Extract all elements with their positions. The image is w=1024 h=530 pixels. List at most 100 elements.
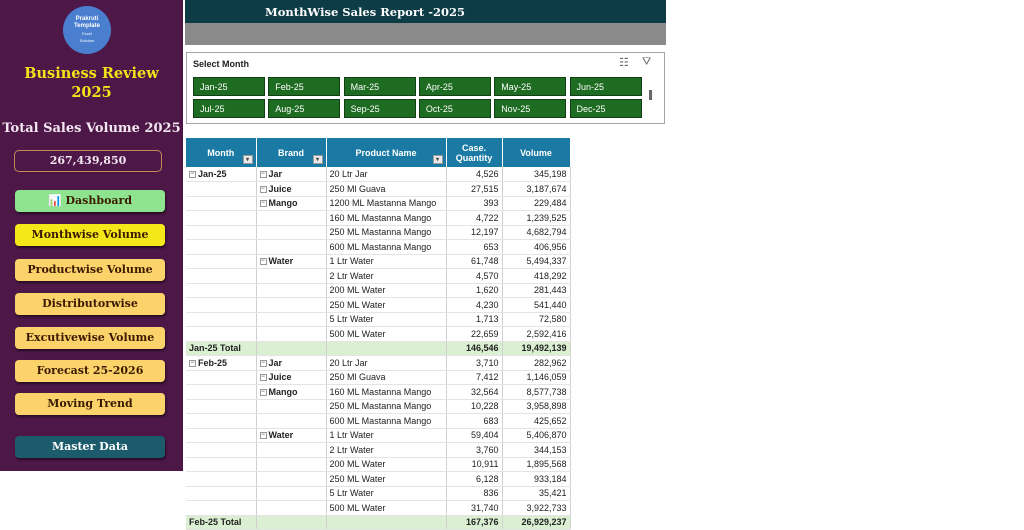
nav-button-productwise-volume[interactable]: Productwise Volume bbox=[15, 259, 165, 281]
cell-text: 933,184 bbox=[533, 473, 567, 484]
cell-text: Water bbox=[268, 430, 294, 441]
table-cell: 4,682,794 bbox=[502, 225, 571, 240]
collapse-icon[interactable]: − bbox=[259, 432, 267, 440]
table-cell: 72,580 bbox=[502, 312, 571, 327]
collapse-icon[interactable]: − bbox=[259, 388, 267, 396]
multi-select-icon[interactable]: ☷ bbox=[619, 56, 629, 69]
nav-button-monthwise-volume[interactable]: Monthwise Volume bbox=[15, 224, 165, 246]
filter-dropdown-icon[interactable]: ▾ bbox=[432, 155, 443, 164]
table-cell bbox=[256, 283, 327, 298]
table-cell: 4,722 bbox=[446, 210, 503, 226]
table-row: − Jan-25− Jar 20 Ltr Jar 4,526 345,198 bbox=[186, 167, 571, 182]
month-button-jan-25[interactable]: Jan-25 bbox=[193, 77, 265, 96]
table-cell: 1,620 bbox=[446, 283, 503, 298]
table-cell bbox=[186, 283, 257, 298]
table-cell: 2,592,416 bbox=[502, 326, 571, 342]
collapse-icon[interactable]: − bbox=[189, 359, 196, 367]
nav-button-moving-trend[interactable]: Moving Trend bbox=[15, 393, 165, 415]
logo-text: Prakruti bbox=[75, 16, 99, 22]
nav-button-label: Moving Trend bbox=[47, 397, 133, 410]
cell-text: 167,376 bbox=[465, 517, 499, 528]
cell-text: Juice bbox=[268, 372, 292, 383]
table-cell bbox=[186, 254, 257, 269]
total-sales-label: Total Sales Volume 2025 bbox=[2, 121, 181, 136]
month-button-jun-25[interactable]: Jun-25 bbox=[569, 77, 642, 96]
cell-text: 5,494,337 bbox=[526, 256, 567, 267]
month-button-jul-25[interactable]: Jul-25 bbox=[193, 99, 265, 118]
cell-text: 3,922,733 bbox=[526, 502, 567, 513]
collapse-icon[interactable]: − bbox=[189, 171, 196, 179]
slicer-scrollbar[interactable] bbox=[649, 90, 652, 100]
table-cell: 4,230 bbox=[446, 297, 503, 313]
filter-dropdown-icon[interactable]: ▾ bbox=[242, 155, 253, 164]
collapse-icon[interactable]: − bbox=[259, 359, 267, 367]
month-button-feb-25[interactable]: Feb-25 bbox=[268, 77, 341, 96]
table-cell: − Water bbox=[256, 254, 327, 269]
table-cell bbox=[186, 413, 257, 429]
table-cell bbox=[186, 486, 257, 501]
nav-button-distributorwise[interactable]: Distributorwise bbox=[15, 293, 165, 315]
table-cell bbox=[186, 196, 257, 211]
collapse-icon[interactable]: − bbox=[259, 374, 267, 382]
table-row: − Juice 250 Ml Guava 27,515 3,187,674 bbox=[186, 181, 571, 197]
table-cell: 61,748 bbox=[446, 254, 503, 269]
table-cell: 500 ML Water bbox=[326, 326, 447, 342]
clear-filter-icon[interactable]: ⛛ bbox=[642, 56, 651, 69]
nav-button-excutivewise-volume[interactable]: Excutivewise Volume bbox=[15, 327, 165, 349]
cell-text: 12,197 bbox=[470, 227, 499, 238]
collapse-icon[interactable]: − bbox=[259, 171, 267, 179]
table-cell: 1 Ltr Water bbox=[326, 254, 447, 269]
cell-text: 345,198 bbox=[533, 169, 567, 179]
total-row: Jan-25 Total 146,546 19,492,139 bbox=[186, 340, 571, 356]
nav-button-label: Excutivewise Volume bbox=[25, 331, 155, 344]
month-button-mar-25[interactable]: Mar-25 bbox=[343, 77, 416, 96]
table-cell: 2 Ltr Water bbox=[326, 268, 447, 284]
cell-text: 4,230 bbox=[475, 299, 499, 310]
table-row: 160 ML Mastanna Mango 4,722 1,239,525 bbox=[186, 210, 571, 226]
table-cell bbox=[186, 442, 257, 458]
nav-button-dashboard[interactable]: 📊 Dashboard bbox=[15, 190, 165, 212]
cell-text: 32,564 bbox=[470, 386, 499, 397]
table-cell bbox=[256, 471, 327, 487]
filter-dropdown-icon[interactable]: ▾ bbox=[312, 155, 323, 164]
collapse-icon[interactable]: − bbox=[259, 185, 267, 193]
table-cell: 281,443 bbox=[502, 283, 571, 298]
month-button-apr-25[interactable]: Apr-25 bbox=[418, 77, 491, 96]
table-cell: 160 ML Mastanna Mango bbox=[326, 210, 447, 226]
nav-button-master-data[interactable]: Master Data bbox=[15, 436, 165, 458]
table-cell: 683 bbox=[446, 413, 503, 429]
month-button-dec-25[interactable]: Dec-25 bbox=[569, 99, 642, 118]
cell-text: 2 Ltr Water bbox=[329, 444, 374, 455]
table-cell: 26,929,237 bbox=[502, 514, 571, 530]
cell-text: 8,577,738 bbox=[526, 386, 567, 397]
month-button-aug-25[interactable]: Aug-25 bbox=[268, 99, 341, 118]
table-cell: 200 ML Water bbox=[326, 457, 447, 472]
table-cell bbox=[186, 384, 257, 400]
table-cell: 250 Ml Guava bbox=[326, 370, 447, 385]
table-cell: 1200 ML Mastanna Mango bbox=[326, 196, 447, 211]
table-cell: 1,239,525 bbox=[502, 210, 571, 226]
table-cell: 1,146,059 bbox=[502, 370, 571, 385]
cell-text: 200 ML Water bbox=[329, 285, 386, 296]
collapse-icon[interactable]: − bbox=[259, 200, 267, 208]
nav-button-forecast-25-2026[interactable]: Forecast 25-2026 bbox=[15, 360, 165, 382]
month-button-sep-25[interactable]: Sep-25 bbox=[343, 99, 416, 118]
table-row: 600 ML Mastanna Mango 653 406,956 bbox=[186, 239, 571, 255]
table-cell: 250 ML Mastanna Mango bbox=[326, 399, 447, 414]
month-button-nov-25[interactable]: Nov-25 bbox=[494, 99, 567, 118]
table-cell: 7,412 bbox=[446, 370, 503, 385]
table-cell: − Jar bbox=[256, 167, 327, 182]
cell-text: 59,404 bbox=[470, 430, 499, 441]
business-review-title: Business Review 2025 bbox=[24, 65, 159, 101]
cell-text: 541,440 bbox=[533, 299, 567, 310]
table-cell bbox=[256, 442, 327, 458]
cell-text: 19,492,139 bbox=[521, 343, 567, 354]
table-cell: 600 ML Mastanna Mango bbox=[326, 239, 447, 255]
month-button-may-25[interactable]: May-25 bbox=[494, 77, 567, 96]
month-button-oct-25[interactable]: Oct-25 bbox=[418, 99, 491, 118]
table-cell: 1 Ltr Water bbox=[326, 428, 447, 443]
collapse-icon[interactable]: − bbox=[259, 258, 267, 266]
table-cell: − Jar bbox=[256, 355, 327, 371]
cell-text: 26,929,237 bbox=[521, 517, 567, 528]
table-row: 250 ML Mastanna Mango 12,197 4,682,794 bbox=[186, 225, 571, 240]
